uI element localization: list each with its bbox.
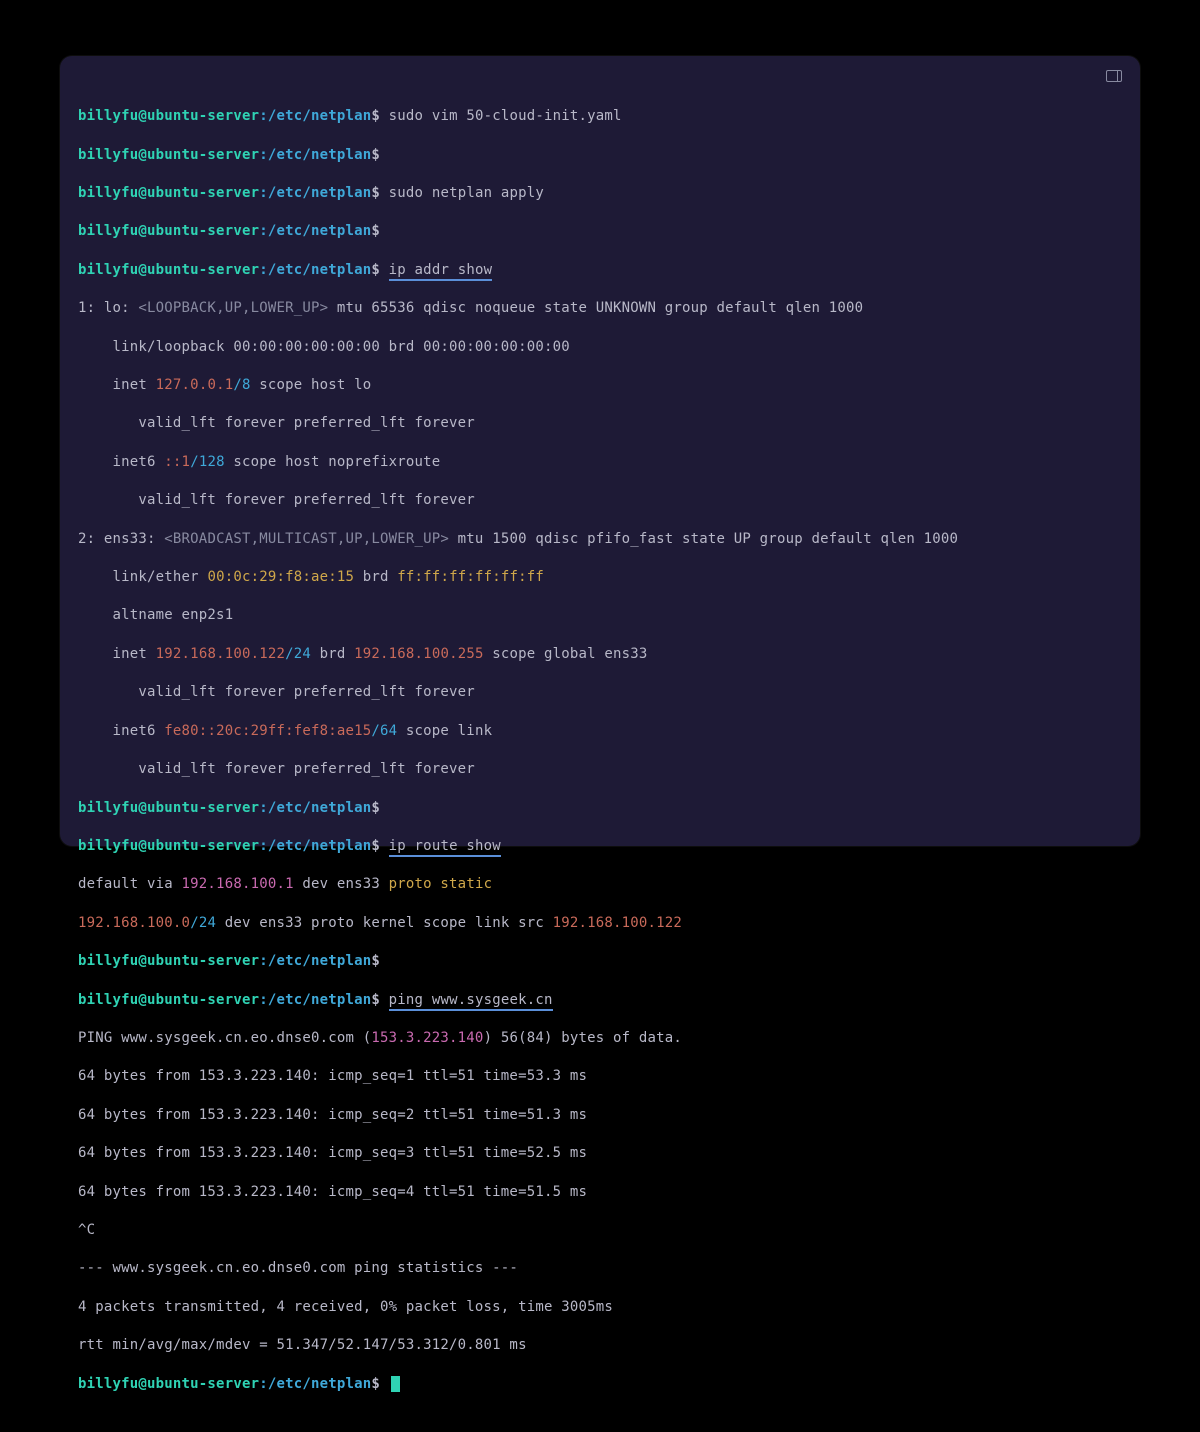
command-text: ip route show xyxy=(389,838,501,857)
terminal-line: billyfu@ubuntu-server:/etc/netplan$ sudo… xyxy=(78,107,1122,126)
command-text: ip addr show xyxy=(389,262,493,281)
command-text: ping www.sysgeek.cn xyxy=(389,992,553,1011)
output-line: PING www.sysgeek.cn.eo.dnse0.com (153.3.… xyxy=(78,1029,1122,1048)
prompt-sep: : xyxy=(259,108,268,124)
output-line: 64 bytes from 153.3.223.140: icmp_seq=1 … xyxy=(78,1067,1122,1086)
output-line: 64 bytes from 153.3.223.140: icmp_seq=2 … xyxy=(78,1106,1122,1125)
terminal-line: billyfu@ubuntu-server:/etc/netplan$ ip r… xyxy=(78,837,1122,856)
output-line: inet6 fe80::20c:29ff:fef8:ae15/64 scope … xyxy=(78,722,1122,741)
output-line: 4 packets transmitted, 4 received, 0% pa… xyxy=(78,1298,1122,1317)
terminal-body[interactable]: billyfu@ubuntu-server:/etc/netplan$ sudo… xyxy=(78,88,1122,1432)
output-line: 64 bytes from 153.3.223.140: icmp_seq=4 … xyxy=(78,1183,1122,1202)
output-line: 1: lo: <LOOPBACK,UP,LOWER_UP> mtu 65536 … xyxy=(78,299,1122,318)
prompt-user: billyfu@ubuntu-server xyxy=(78,108,259,124)
terminal-line: billyfu@ubuntu-server:/etc/netplan$ ping… xyxy=(78,991,1122,1010)
output-line: default via 192.168.100.1 dev ens33 prot… xyxy=(78,875,1122,894)
command-text: sudo netplan apply xyxy=(389,185,544,201)
output-line: 64 bytes from 153.3.223.140: icmp_seq=3 … xyxy=(78,1144,1122,1163)
output-line: inet 127.0.0.1/8 scope host lo xyxy=(78,376,1122,395)
output-line: valid_lft forever preferred_lft forever xyxy=(78,760,1122,779)
output-line: link/ether 00:0c:29:f8:ae:15 brd ff:ff:f… xyxy=(78,568,1122,587)
terminal-line: billyfu@ubuntu-server:/etc/netplan$ ip a… xyxy=(78,261,1122,280)
output-line: 2: ens33: <BROADCAST,MULTICAST,UP,LOWER_… xyxy=(78,530,1122,549)
command-text: sudo vim 50-cloud-init.yaml xyxy=(389,108,622,124)
output-line: 192.168.100.0/24 dev ens33 proto kernel … xyxy=(78,914,1122,933)
output-line: ^C xyxy=(78,1221,1122,1240)
terminal-line: billyfu@ubuntu-server:/etc/netplan$ xyxy=(78,222,1122,241)
prompt-path: /etc/netplan xyxy=(268,108,372,124)
terminal-line: billyfu@ubuntu-server:/etc/netplan$ xyxy=(78,146,1122,165)
output-line: valid_lft forever preferred_lft forever xyxy=(78,491,1122,510)
output-line: altname enp2s1 xyxy=(78,606,1122,625)
terminal-line: billyfu@ubuntu-server:/etc/netplan$ xyxy=(78,799,1122,818)
output-line: inet 192.168.100.122/24 brd 192.168.100.… xyxy=(78,645,1122,664)
terminal-window[interactable]: billyfu@ubuntu-server:/etc/netplan$ sudo… xyxy=(60,56,1140,846)
split-pane-icon[interactable] xyxy=(1106,70,1122,82)
output-line: --- www.sysgeek.cn.eo.dnse0.com ping sta… xyxy=(78,1259,1122,1278)
output-line: rtt min/avg/max/mdev = 51.347/52.147/53.… xyxy=(78,1336,1122,1355)
cursor xyxy=(391,1376,400,1392)
output-line: valid_lft forever preferred_lft forever xyxy=(78,414,1122,433)
terminal-line: billyfu@ubuntu-server:/etc/netplan$ sudo… xyxy=(78,184,1122,203)
prompt-dollar: $ xyxy=(371,108,380,124)
output-line: inet6 ::1/128 scope host noprefixroute xyxy=(78,453,1122,472)
terminal-line: billyfu@ubuntu-server:/etc/netplan$ xyxy=(78,1375,1122,1394)
output-line: valid_lft forever preferred_lft forever xyxy=(78,683,1122,702)
terminal-line: billyfu@ubuntu-server:/etc/netplan$ xyxy=(78,952,1122,971)
output-line: link/loopback 00:00:00:00:00:00 brd 00:0… xyxy=(78,338,1122,357)
